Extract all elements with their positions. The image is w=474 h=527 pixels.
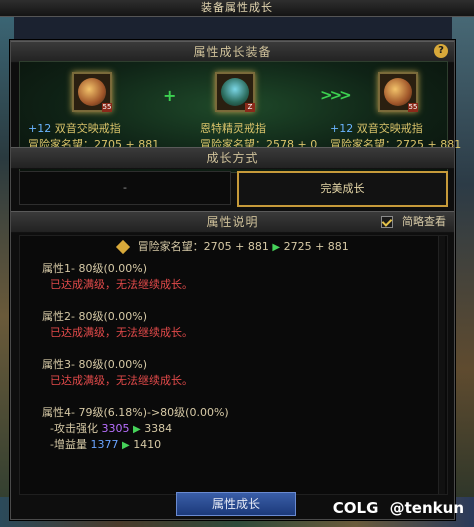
elf-ring-icon: [221, 78, 249, 106]
brief-view-toggle[interactable]: 简略查看: [380, 213, 446, 229]
fame-icon: [116, 239, 131, 255]
section-header-equip: 属性成长装备: [11, 41, 454, 63]
ring-icon: [384, 78, 412, 106]
item-name-right: +12 双音交映戒指: [330, 122, 423, 135]
growth-method-panel: - 完美成长: [19, 169, 448, 207]
arrow-right-icon: ▶: [132, 424, 141, 435]
scrollbar[interactable]: [438, 236, 445, 494]
equipment-growth-window: 属性成长装备 ? 55 + Z >>> 55 +12 双音交映戒指 恩特精灵戒指…: [10, 40, 461, 520]
attribute-3: 属性3- 80级(0.00%) 已达成满级，无法继续成长。: [42, 358, 193, 387]
attribute-description-panel: 冒险家名望：2705 + 881 ▶ 2725 + 881 属性1- 80级(0…: [19, 235, 448, 495]
item-name-middle: 恩特精灵戒指: [200, 122, 266, 135]
section-header-method: 成长方式: [11, 147, 454, 169]
watermark: COLG @tenkun: [332, 499, 464, 517]
arrow-right-icon: ▶: [272, 242, 281, 253]
background-scenery-right: [452, 0, 474, 527]
buff-amount-line: -增益量 1377 ▶ 1410: [50, 438, 162, 451]
plus-icon: +: [163, 86, 177, 105]
equip-slot-middle[interactable]: Z: [215, 72, 255, 112]
method-option-perfect[interactable]: 完美成长: [237, 171, 448, 207]
summary-row: 冒险家名望：2705 + 881 ▶ 2725 + 881: [20, 238, 447, 255]
equip-slot-right[interactable]: 55: [378, 72, 418, 112]
level-badge: 55: [408, 103, 418, 112]
method-option-none[interactable]: -: [19, 171, 231, 205]
attribute-1: 属性1- 80级(0.00%) 已达成满级，无法继续成长。: [42, 262, 193, 291]
forward-arrows-icon: >>>: [320, 86, 352, 104]
checkbox-checked[interactable]: [380, 216, 393, 228]
help-icon[interactable]: ?: [434, 44, 448, 58]
arrow-right-icon: ▶: [121, 440, 130, 451]
level-badge: Z: [245, 103, 255, 112]
item-name-left: +12 双音交映戒指: [28, 122, 121, 135]
attribute-growth-button[interactable]: 属性成长: [176, 492, 296, 516]
title-bar[interactable]: 装备属性成长: [0, 0, 474, 17]
equip-slot-left[interactable]: 55: [72, 72, 112, 112]
attack-boost-line: -攻击强化 3305 ▶ 3384: [50, 422, 173, 435]
attribute-4: 属性4- 79级(6.18%)->80级(0.00%) -攻击强化 3305 ▶…: [42, 404, 432, 452]
ring-icon: [78, 78, 106, 106]
window-title: 装备属性成长: [201, 1, 273, 14]
attribute-2: 属性2- 80级(0.00%) 已达成满级，无法继续成长。: [42, 310, 193, 339]
level-badge: 55: [102, 103, 112, 112]
